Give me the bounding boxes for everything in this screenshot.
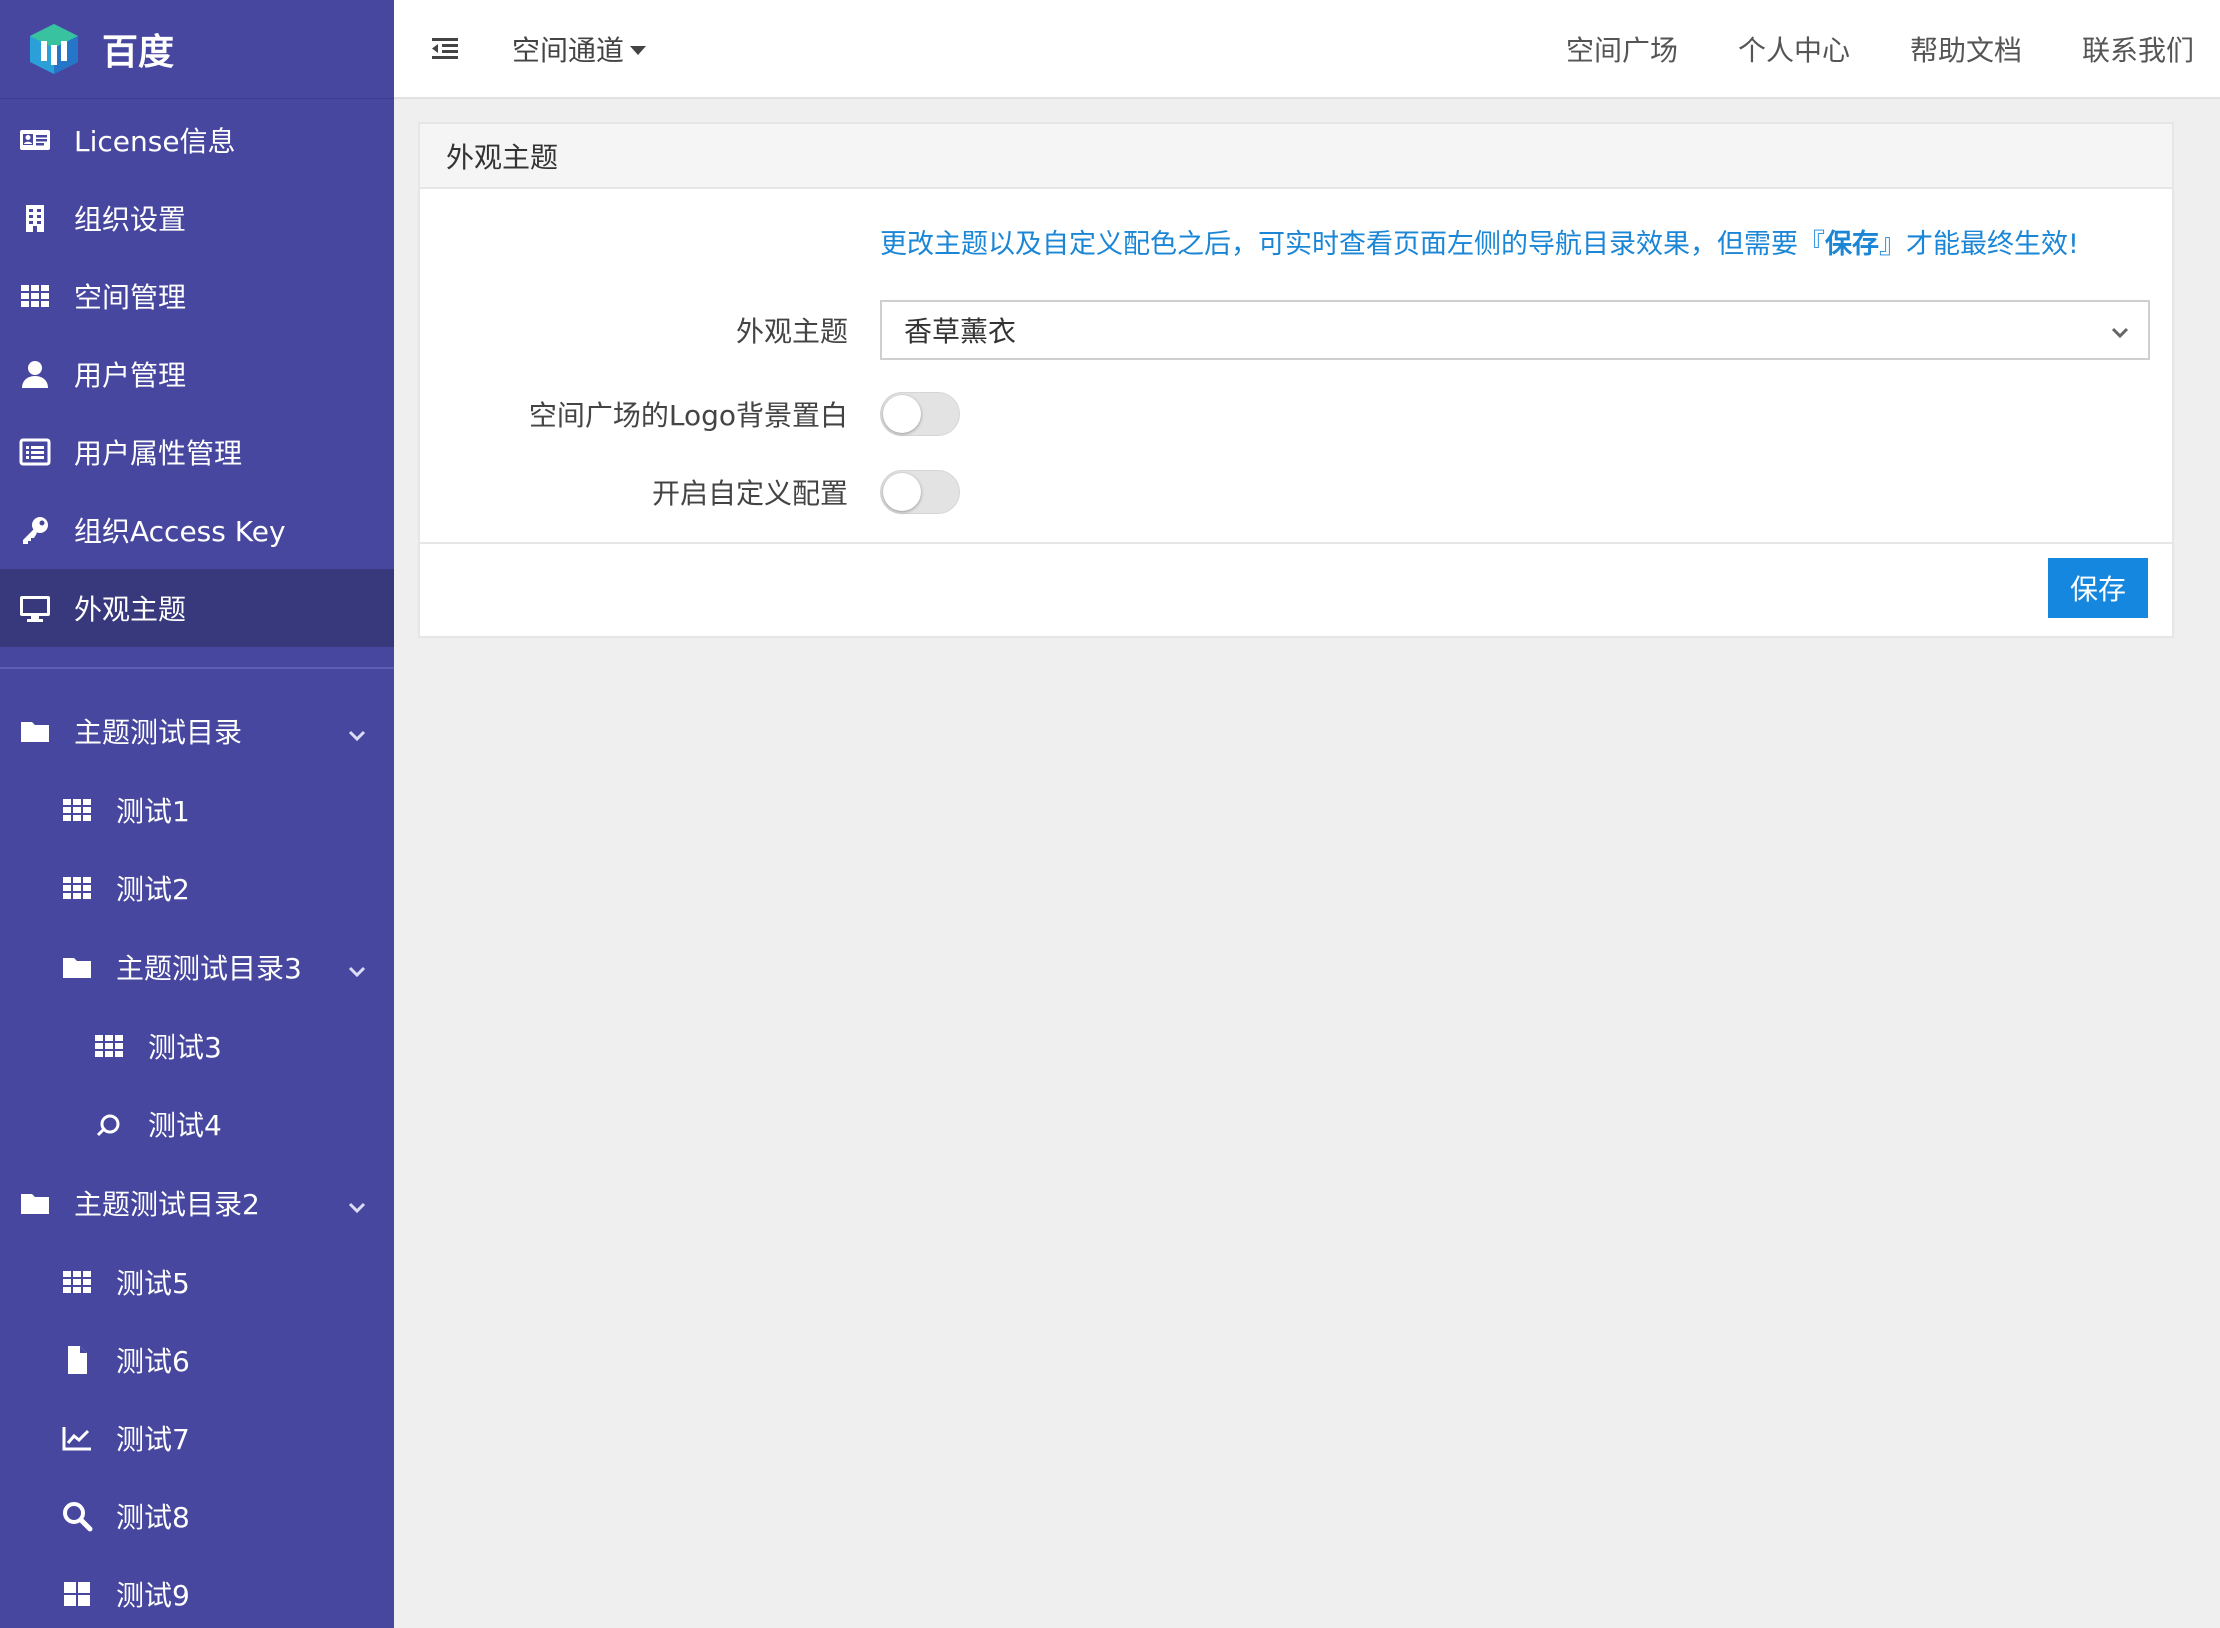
tree-item-label: 测试7 — [116, 1423, 190, 1456]
theme-select-value: 香草薰衣 — [904, 315, 1017, 348]
tree-item-test1[interactable]: 测试1 — [0, 771, 394, 849]
top-link-space-square[interactable]: 空间广场 — [1566, 29, 1678, 69]
tree-item-label: 测试9 — [116, 1579, 190, 1612]
sidebar-item-label: 用户管理 — [74, 359, 187, 392]
chevron-down-icon — [2108, 318, 2132, 342]
tree-item-test4[interactable]: 测试4 — [0, 1085, 394, 1163]
sidebar-item-space-management[interactable]: 空间管理 — [0, 257, 394, 335]
sidebar-item-license[interactable]: License信息 — [0, 101, 394, 179]
tree-item-test9[interactable]: 测试9 — [0, 1555, 394, 1628]
grid-icon — [92, 1029, 126, 1063]
appearance-theme-panel: 外观主题 更改主题以及自定义配色之后，可实时查看页面左侧的导航目录效果，但需要『… — [418, 122, 2174, 638]
top-links: 空间广场 个人中心 帮助文档 联系我们 — [1506, 29, 2194, 69]
folder-icon — [18, 714, 52, 748]
tree-item-label: 测试2 — [116, 873, 190, 906]
tree-item-test5[interactable]: 测试5 — [0, 1243, 394, 1321]
line-chart-icon — [60, 1421, 94, 1455]
tree-item-label: 测试1 — [116, 795, 190, 828]
theme-select[interactable]: 香草薰衣 — [880, 300, 2150, 360]
sidebar-item-access-key[interactable]: 组织Access Key — [0, 491, 394, 569]
sidebar-item-appearance-theme[interactable]: 外观主题 — [0, 569, 394, 647]
notice-text-bold: 保存 — [1825, 229, 1879, 260]
folder-icon — [60, 950, 94, 984]
brand-name: 百度 — [102, 32, 175, 73]
top-link-contact-us[interactable]: 联系我们 — [2082, 29, 2194, 69]
tree-folder-theme-test3[interactable]: 主题测试目录3 — [0, 927, 394, 1007]
grid-icon — [60, 793, 94, 827]
chevron-down-icon[interactable] — [346, 720, 368, 742]
space-channel-dropdown[interactable]: 空间通道 — [512, 29, 647, 69]
notice-text-after: 』才能最终生效! — [1879, 229, 2079, 260]
id-card-icon — [18, 123, 52, 157]
chevron-down-icon[interactable] — [346, 1192, 368, 1214]
theme-row: 外观主题 — [420, 300, 848, 360]
tree-item-test6[interactable]: 测试6 — [0, 1321, 394, 1399]
custom-config-label: 开启自定义配置 — [651, 477, 848, 510]
grid-icon — [60, 871, 94, 905]
logo-bg-row: 空间广场的Logo背景置白 — [420, 392, 848, 436]
sidebar-item-org-settings[interactable]: 组织设置 — [0, 179, 394, 257]
top-navbar: 空间通道 空间广场 个人中心 帮助文档 联系我们 — [394, 0, 2220, 99]
space-channel-label: 空间通道 — [512, 33, 625, 67]
theme-label: 外观主题 — [735, 315, 848, 348]
tree-item-label: 主题测试目录 — [74, 716, 243, 749]
sidebar-item-label: 外观主题 — [74, 593, 187, 626]
sidebar-item-label: 空间管理 — [74, 281, 187, 314]
search-icon — [60, 1499, 94, 1533]
grid-icon — [60, 1265, 94, 1299]
file-icon — [60, 1343, 94, 1377]
panel-title: 外观主题 — [420, 124, 2172, 189]
sidebar-item-label: License信息 — [74, 125, 236, 158]
top-link-personal-center[interactable]: 个人中心 — [1738, 29, 1850, 69]
sidebar-item-user-management[interactable]: 用户管理 — [0, 335, 394, 413]
baidu-logo-icon — [26, 21, 82, 77]
toggle-knob — [883, 395, 921, 433]
tree-item-test2[interactable]: 测试2 — [0, 849, 394, 927]
key-icon — [18, 513, 52, 547]
logo-bg-label: 空间广场的Logo背景置白 — [528, 399, 848, 432]
tree-item-label: 主题测试目录3 — [116, 952, 302, 985]
theme-notice: 更改主题以及自定义配色之后，可实时查看页面左侧的导航目录效果，但需要『保存』才能… — [880, 222, 2079, 261]
tree-item-label: 测试4 — [148, 1109, 222, 1142]
tree-item-label: 测试6 — [116, 1345, 190, 1378]
sidebar: 百度 License信息 组织设置 空间管理 用户管理 用户属性管理 组织Acc… — [0, 0, 394, 1628]
sidebar-toggle-icon[interactable] — [428, 32, 462, 66]
custom-config-row: 开启自定义配置 — [420, 470, 848, 514]
building-icon — [18, 201, 52, 235]
tree-item-label: 主题测试目录2 — [74, 1188, 260, 1221]
caret-down-icon — [630, 46, 647, 55]
custom-config-toggle[interactable] — [880, 470, 960, 514]
sidebar-item-label: 组织Access Key — [74, 515, 286, 548]
monitor-icon — [18, 591, 52, 625]
list-icon — [18, 435, 52, 469]
user-icon — [18, 357, 52, 391]
folder-icon — [18, 1186, 52, 1220]
top-link-help-docs[interactable]: 帮助文档 — [1910, 29, 2022, 69]
brand[interactable]: 百度 — [0, 0, 394, 99]
tree-item-test3[interactable]: 测试3 — [0, 1007, 394, 1085]
sidebar-item-label: 用户属性管理 — [74, 437, 243, 470]
toggle-knob — [883, 473, 921, 511]
tree-item-label: 测试5 — [116, 1267, 190, 1300]
notice-text-before: 更改主题以及自定义配色之后，可实时查看页面左侧的导航目录效果，但需要『 — [880, 229, 1825, 260]
tree-folder-theme-test2[interactable]: 主题测试目录2 — [0, 1163, 394, 1243]
windows-icon — [60, 1577, 94, 1611]
sidebar-item-user-attributes[interactable]: 用户属性管理 — [0, 413, 394, 491]
tree-item-test8[interactable]: 测试8 — [0, 1477, 394, 1555]
panel-footer-divider — [420, 542, 2172, 544]
logo-bg-toggle[interactable] — [880, 392, 960, 436]
grid-icon — [18, 279, 52, 313]
refresh-icon — [92, 1107, 126, 1141]
tree-folder-theme-test[interactable]: 主题测试目录 — [0, 691, 394, 771]
tree-item-test7[interactable]: 测试7 — [0, 1399, 394, 1477]
sidebar-divider — [0, 667, 394, 669]
tree-item-label: 测试3 — [148, 1031, 222, 1064]
tree-item-label: 测试8 — [116, 1501, 190, 1534]
save-button[interactable]: 保存 — [2048, 558, 2148, 618]
sidebar-item-label: 组织设置 — [74, 203, 187, 236]
chevron-down-icon[interactable] — [346, 956, 368, 978]
